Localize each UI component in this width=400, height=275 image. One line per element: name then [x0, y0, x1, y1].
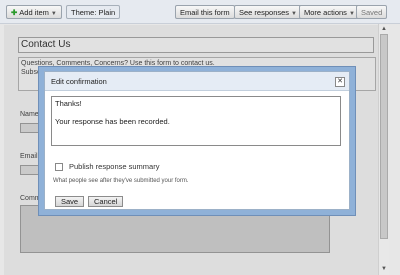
publish-summary-checkbox[interactable] [55, 163, 63, 172]
scrollbar[interactable]: ▲ ▼ [378, 24, 389, 275]
email-form-button[interactable]: Email this form [175, 5, 235, 19]
chevron-down-icon: ▼ [50, 11, 57, 17]
scroll-up-icon[interactable]: ▲ [380, 25, 388, 33]
more-actions-button[interactable]: More actions ▼ [299, 5, 360, 19]
publish-summary-row[interactable]: Publish response summary [55, 162, 160, 172]
dialog-hint: What people see after they've submitted … [53, 178, 189, 184]
chevron-down-icon: ▼ [291, 11, 297, 17]
plus-icon: ✚ [11, 8, 18, 17]
toolbar: ✚ Add item ▼ Theme: Plain Email this form … [0, 0, 400, 24]
edit-confirmation-dialog-frame: Edit confirmation ✕ Thanks! Your respons… [38, 66, 356, 216]
message-line: Your response has been recorded. [55, 117, 170, 126]
publish-summary-label: Publish response summary [69, 162, 160, 171]
see-responses-button[interactable]: See responses ▼ [234, 5, 302, 19]
dialog-title: Edit confirmation [51, 77, 107, 86]
edit-confirmation-dialog: Edit confirmation ✕ Thanks! Your respons… [44, 71, 350, 210]
close-icon[interactable]: ✕ [335, 77, 345, 87]
message-line: Thanks! [55, 99, 82, 108]
save-button[interactable]: Save [55, 196, 85, 207]
confirmation-message-textarea[interactable]: Thanks! Your response has been recorded. [51, 96, 341, 146]
chevron-down-icon: ▼ [348, 11, 355, 17]
add-item-button[interactable]: ✚ Add item ▼ [6, 5, 62, 19]
theme-button[interactable]: Theme: Plain [66, 5, 121, 19]
scroll-down-icon[interactable]: ▼ [380, 265, 388, 273]
saved-button[interactable]: Saved [356, 5, 388, 19]
dialog-header: Edit confirmation ✕ [45, 72, 349, 91]
scrollbar-thumb[interactable] [380, 34, 388, 239]
cancel-button[interactable]: Cancel [88, 196, 124, 207]
